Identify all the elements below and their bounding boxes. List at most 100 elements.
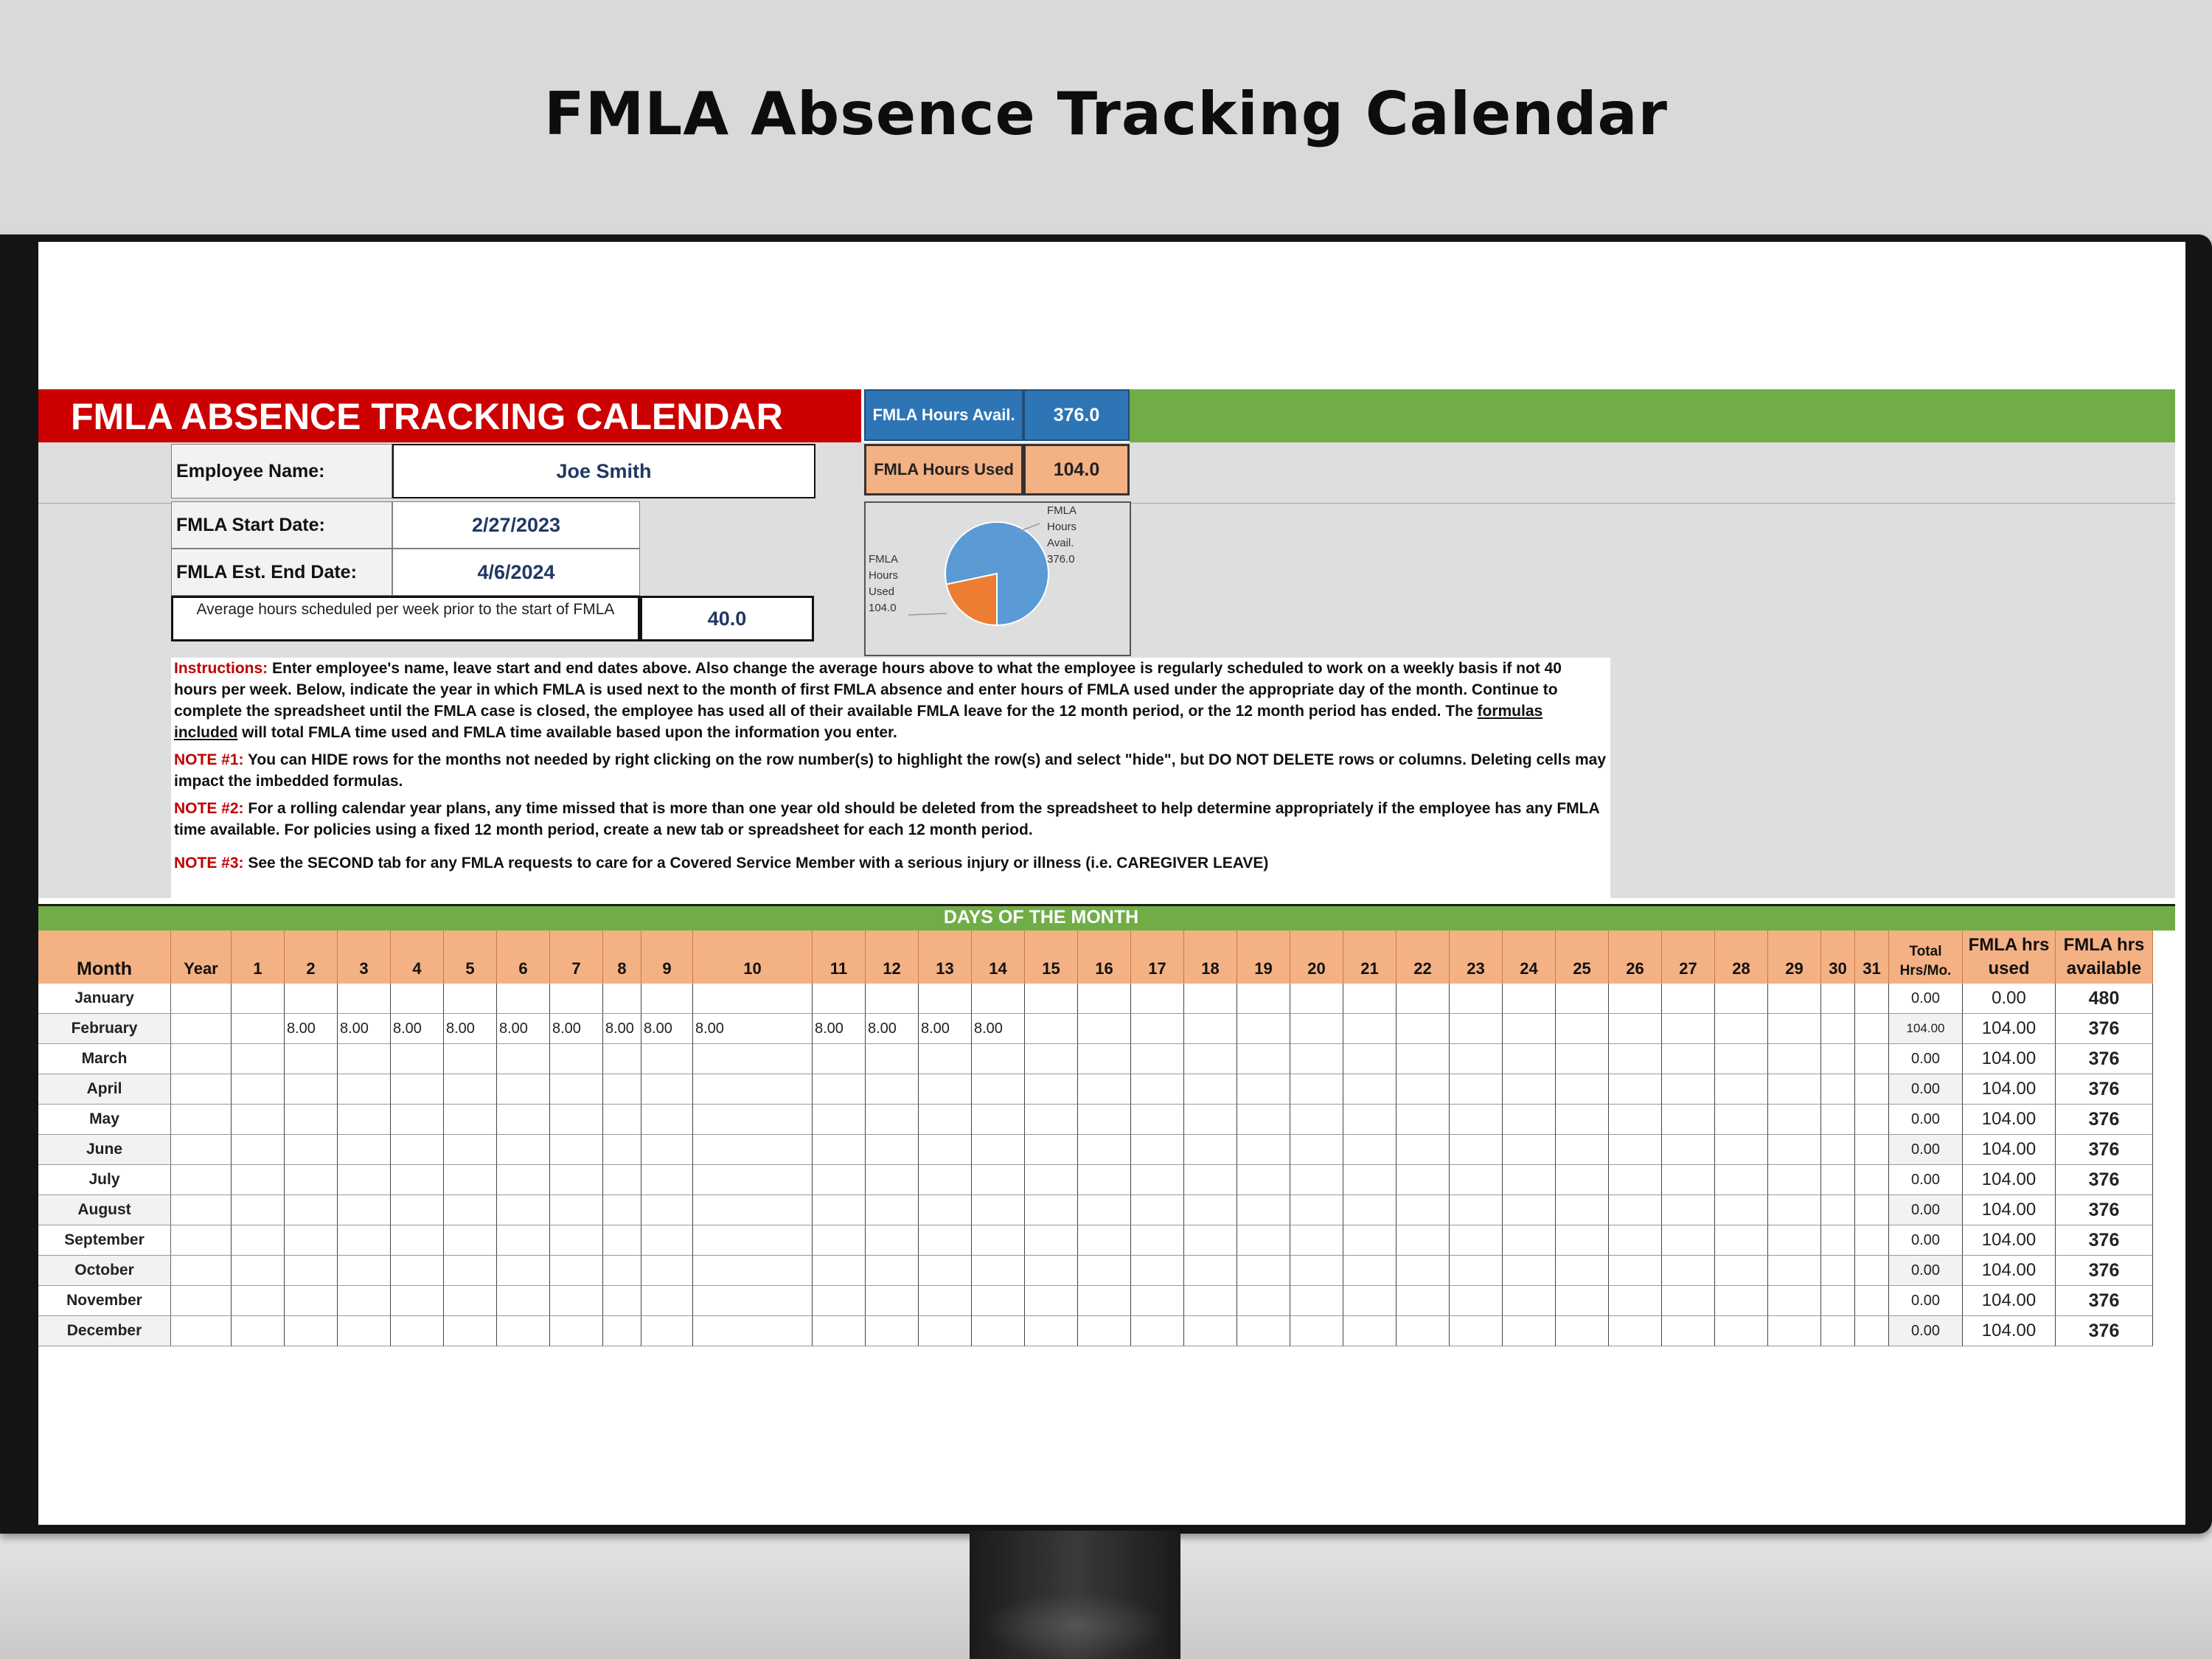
day-cell[interactable]: 8.00 bbox=[444, 1014, 497, 1044]
day-cell[interactable] bbox=[285, 1044, 338, 1074]
day-cell[interactable] bbox=[813, 1044, 866, 1074]
day-cell[interactable] bbox=[1450, 1316, 1503, 1346]
day-cell[interactable] bbox=[693, 1286, 813, 1316]
day-cell[interactable] bbox=[813, 1074, 866, 1105]
day-cell[interactable] bbox=[497, 1165, 550, 1195]
day-cell[interactable] bbox=[232, 1074, 285, 1105]
day-cell[interactable] bbox=[641, 984, 693, 1014]
year-cell[interactable] bbox=[171, 1195, 232, 1225]
day-cell[interactable] bbox=[550, 1135, 603, 1165]
day-cell[interactable] bbox=[1397, 1195, 1450, 1225]
day-cell[interactable] bbox=[1768, 1225, 1821, 1256]
day-cell[interactable] bbox=[1855, 1074, 1889, 1105]
day-cell[interactable] bbox=[1855, 1286, 1889, 1316]
day-cell[interactable] bbox=[444, 1256, 497, 1286]
day-cell[interactable] bbox=[1184, 1195, 1237, 1225]
day-cell[interactable] bbox=[550, 1165, 603, 1195]
day-cell[interactable] bbox=[919, 1286, 972, 1316]
day-cell[interactable] bbox=[1290, 1316, 1343, 1346]
day-cell[interactable] bbox=[1609, 1225, 1662, 1256]
day-cell[interactable] bbox=[1821, 1225, 1855, 1256]
day-cell[interactable] bbox=[1237, 1195, 1290, 1225]
day-cell[interactable] bbox=[1343, 1044, 1397, 1074]
day-cell[interactable]: 8.00 bbox=[813, 1014, 866, 1044]
day-cell[interactable] bbox=[1503, 1014, 1556, 1044]
day-cell[interactable] bbox=[1556, 1135, 1609, 1165]
day-cell[interactable] bbox=[1237, 1014, 1290, 1044]
day-cell[interactable] bbox=[603, 1105, 641, 1135]
day-cell[interactable] bbox=[1855, 1256, 1889, 1286]
day-cell[interactable] bbox=[1662, 1074, 1715, 1105]
day-cell[interactable] bbox=[1556, 1316, 1609, 1346]
day-cell[interactable] bbox=[1078, 1286, 1131, 1316]
day-cell[interactable] bbox=[866, 1256, 919, 1286]
year-cell[interactable] bbox=[171, 1105, 232, 1135]
day-cell[interactable] bbox=[1184, 1044, 1237, 1074]
day-cell[interactable] bbox=[1131, 1105, 1184, 1135]
day-cell[interactable] bbox=[1184, 1316, 1237, 1346]
day-cell[interactable] bbox=[693, 1225, 813, 1256]
day-cell[interactable] bbox=[1855, 1105, 1889, 1135]
day-cell[interactable] bbox=[603, 1165, 641, 1195]
day-cell[interactable] bbox=[1397, 1225, 1450, 1256]
day-cell[interactable] bbox=[919, 984, 972, 1014]
day-cell[interactable] bbox=[1184, 984, 1237, 1014]
day-cell[interactable] bbox=[497, 1286, 550, 1316]
day-cell[interactable] bbox=[1131, 1225, 1184, 1256]
day-cell[interactable] bbox=[497, 1074, 550, 1105]
day-cell[interactable] bbox=[603, 1135, 641, 1165]
year-cell[interactable] bbox=[171, 984, 232, 1014]
day-cell[interactable] bbox=[866, 1074, 919, 1105]
day-cell[interactable] bbox=[1397, 1286, 1450, 1316]
day-cell[interactable] bbox=[1855, 1135, 1889, 1165]
year-cell[interactable] bbox=[171, 1044, 232, 1074]
day-cell[interactable] bbox=[391, 1225, 444, 1256]
day-cell[interactable] bbox=[641, 1225, 693, 1256]
day-cell[interactable] bbox=[338, 1225, 391, 1256]
day-cell[interactable] bbox=[1290, 1195, 1343, 1225]
day-cell[interactable] bbox=[1025, 1316, 1078, 1346]
day-cell[interactable] bbox=[1025, 1165, 1078, 1195]
day-cell[interactable] bbox=[444, 1165, 497, 1195]
day-cell[interactable] bbox=[693, 1316, 813, 1346]
day-cell[interactable] bbox=[550, 1225, 603, 1256]
day-cell[interactable] bbox=[1131, 984, 1184, 1014]
day-cell[interactable] bbox=[497, 1256, 550, 1286]
day-cell[interactable] bbox=[1609, 984, 1662, 1014]
day-cell[interactable] bbox=[693, 1165, 813, 1195]
day-cell[interactable] bbox=[866, 1044, 919, 1074]
hours-used-value[interactable]: 104.0 bbox=[1023, 444, 1130, 495]
day-cell[interactable] bbox=[1450, 1135, 1503, 1165]
day-cell[interactable] bbox=[919, 1044, 972, 1074]
day-cell[interactable] bbox=[972, 1044, 1025, 1074]
day-cell[interactable] bbox=[285, 1105, 338, 1135]
day-cell[interactable] bbox=[1131, 1195, 1184, 1225]
day-cell[interactable] bbox=[285, 1225, 338, 1256]
day-cell[interactable] bbox=[1237, 984, 1290, 1014]
day-cell[interactable] bbox=[285, 1135, 338, 1165]
day-cell[interactable] bbox=[1237, 1165, 1290, 1195]
day-cell[interactable] bbox=[1237, 1105, 1290, 1135]
day-cell[interactable] bbox=[497, 1105, 550, 1135]
day-cell[interactable] bbox=[444, 1105, 497, 1135]
day-cell[interactable] bbox=[497, 1195, 550, 1225]
day-cell[interactable] bbox=[232, 1165, 285, 1195]
day-cell[interactable] bbox=[1397, 1165, 1450, 1195]
day-cell[interactable] bbox=[1556, 984, 1609, 1014]
day-cell[interactable] bbox=[232, 1135, 285, 1165]
day-cell[interactable] bbox=[1025, 1044, 1078, 1074]
day-cell[interactable] bbox=[1821, 1256, 1855, 1286]
day-cell[interactable] bbox=[1450, 1256, 1503, 1286]
day-cell[interactable] bbox=[1662, 1105, 1715, 1135]
day-cell[interactable]: 8.00 bbox=[919, 1014, 972, 1044]
day-cell[interactable] bbox=[1237, 1044, 1290, 1074]
day-cell[interactable] bbox=[1131, 1014, 1184, 1044]
day-cell[interactable] bbox=[497, 1044, 550, 1074]
day-cell[interactable] bbox=[338, 1105, 391, 1135]
day-cell[interactable] bbox=[1556, 1014, 1609, 1044]
day-cell[interactable] bbox=[391, 1074, 444, 1105]
day-cell[interactable] bbox=[1397, 1256, 1450, 1286]
day-cell[interactable] bbox=[1184, 1286, 1237, 1316]
day-cell[interactable] bbox=[550, 984, 603, 1014]
day-cell[interactable] bbox=[603, 1195, 641, 1225]
